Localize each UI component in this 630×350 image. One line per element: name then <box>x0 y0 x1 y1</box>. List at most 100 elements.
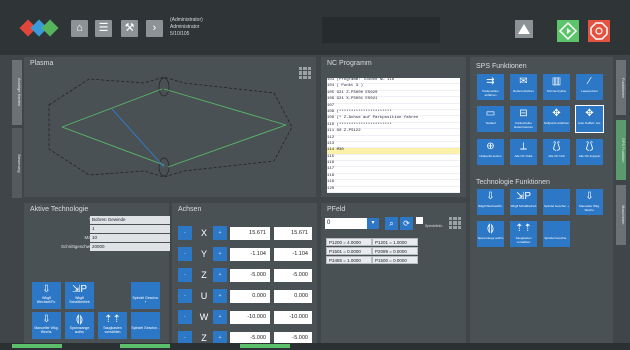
axis-minus-button[interactable]: - <box>178 226 192 240</box>
alle-nc-koppeln-button[interactable]: ⟅⟆ Alle NC koppeln <box>576 139 603 165</box>
axis-minus-button[interactable]: - <box>178 268 192 282</box>
manual-tool-change-button[interactable]: ⇩ Manueller Wkg. Wechs. <box>32 312 61 339</box>
parkscheibe-button[interactable]: ⊟ Parkscheibe ändern/setzen <box>510 106 537 132</box>
axis-value: -1.104 <box>230 248 270 261</box>
axis-row-x: - X + 15.671 15.671 <box>178 224 313 242</box>
axes-title: Achsen <box>178 206 202 213</box>
grid-icon[interactable] <box>449 217 461 229</box>
tool-change-icon: ⇩ <box>42 284 51 295</box>
laserpointer-button[interactable]: ∕ Laserpointer <box>576 74 603 100</box>
technology-title: Aktive Technologie <box>30 206 89 213</box>
spindelinfo-checkbox[interactable] <box>416 217 423 224</box>
chevron-right-icon[interactable]: › <box>146 20 163 37</box>
tool-switch-icon: ⇲P <box>515 191 532 202</box>
nullpunkt-anfahren-icon: ✥ <box>552 108 561 119</box>
axis-plus-button[interactable]: + <box>213 310 227 324</box>
parkposition-button[interactable]: ⇉ Parkposition anfahren <box>477 74 504 100</box>
pfeld-cell[interactable]: P1501 = 0.0000 <box>326 247 372 255</box>
axis-plus-button[interactable]: + <box>213 289 227 303</box>
home-icon[interactable]: ⌂ <box>71 20 88 37</box>
axis-value: 0.000 <box>230 290 270 303</box>
pfeld-cell[interactable]: P3485 = 1.0000 <box>326 256 372 264</box>
warning-icon[interactable] <box>515 20 533 38</box>
collet-button[interactable]: ⟬⟭ Spannzange auf/zu <box>65 312 94 339</box>
suction-box-button[interactable]: ⇡⇡ Saugkasten vorwählen <box>98 312 127 339</box>
side-tab-maschinen[interactable]: Maschinen <box>616 185 626 245</box>
alle-nc-nulls-icon: ⟂ <box>520 141 527 152</box>
pfeld-cell[interactable]: P2089 = 0.0000 <box>372 247 418 255</box>
wrench-icon[interactable]: ⚒ <box>121 20 138 37</box>
nullpunkt-anfahren-button[interactable]: ✥ Nullpunkt anfahren <box>543 106 570 132</box>
manual-tool-icon: ⇩ <box>42 314 51 325</box>
axis-minus-button[interactable]: - <box>178 247 192 261</box>
tf-tool-change-button[interactable]: ⇩ Wkgfl Wechsel/Fn. <box>477 189 504 215</box>
axis-value: 15.671 <box>230 227 270 240</box>
laserpointer-icon: ∕ <box>588 76 591 87</box>
axis-plus-button[interactable]: + <box>213 268 227 282</box>
alle-nc-nulls-button[interactable]: ⟂ Alle NC Nulls <box>510 139 537 165</box>
axis-plus-button[interactable]: + <box>213 226 227 240</box>
axis-value-2: -10.000 <box>274 311 312 324</box>
schmierzyklus-button[interactable]: ▥ Schmierzyklus <box>543 74 570 100</box>
user-role: (Administrator) <box>170 17 203 23</box>
spindle-speed-down-button[interactable]: Spindel Geschw. - <box>131 312 160 339</box>
axis-minus-button[interactable]: - <box>178 289 192 303</box>
spindle-speed-up-button[interactable]: Spindel Geschw. + <box>131 282 160 309</box>
tech-row-technologie: Technologie: Bohren Gewinde <box>32 216 172 224</box>
start-button[interactable] <box>557 20 579 42</box>
pfeld-cell[interactable]: P1200 = 4.0000 <box>326 238 372 246</box>
button-label: Wkgfl Wechsel/Fn. <box>478 204 503 208</box>
nc-line[interactable]: 120 <box>327 187 460 193</box>
status-indicator <box>120 344 170 348</box>
search-icon[interactable]: ⌕ <box>385 217 398 230</box>
button-label: Wkgfl Schaltbetrieb <box>510 204 537 208</box>
nc-program-editor[interactable]: 103 (Programm: TD4000 NC 116 104 ( Punkt… <box>327 78 460 193</box>
axis-plus-button[interactable]: + <box>213 247 227 261</box>
top-bar: ⌂ ☰ ⚒ › (Administrator) Administrator 5/… <box>0 0 630 55</box>
nullpunkt-setzen-button[interactable]: ⊕ Nullpunkt setzen <box>477 139 504 165</box>
tool-change-button[interactable]: ⇩ Wkgfl Wechsel/Fn. <box>32 282 61 309</box>
button-label: Parkposition anfahren <box>482 89 499 97</box>
side-tab-funktionen[interactable]: Funktionen <box>616 60 626 115</box>
button-label: Spindel Geschw. - <box>544 236 569 240</box>
tech-value: 10 <box>90 234 170 242</box>
referenzfahren-button[interactable]: ✉ Referenzfahren <box>510 74 537 100</box>
testlauf-button[interactable]: ▭ Testlauf <box>477 106 504 132</box>
pfeld-cell[interactable]: P1201 = 1.0000 <box>372 238 418 246</box>
alle-nc-null-button[interactable]: ⟅⟆ Alle NC Null <box>543 139 570 165</box>
button-label: Schmierzyklus <box>546 89 567 93</box>
tf-manual-tool-change-button[interactable]: ⇩ Manueller Wkg. Wechs. <box>576 189 603 215</box>
tech-value: 20000 <box>90 243 170 251</box>
list-icon[interactable]: ☰ <box>95 20 112 37</box>
tool-switch-button[interactable]: ⇲P Wkgfl Schaltbetrieb <box>65 282 94 309</box>
axis-row-z: - Z + -5.000 -5.000 <box>178 266 313 284</box>
parkscheibe-icon: ⊟ <box>519 108 528 119</box>
tf-spindle-speed-down-button[interactable]: Spindel Geschw. - <box>543 221 570 247</box>
tech-functions-title: Technologie Funktionen <box>476 179 550 186</box>
side-tab-sps[interactable]: SPS Funktion <box>616 120 626 180</box>
tf-collet-button[interactable]: ⟬⟭ Spannzange auf/zu <box>477 221 504 247</box>
button-label: Referenzfahren <box>513 89 534 93</box>
button-label: Nullpunkt anfahren <box>543 121 570 125</box>
axis-row-z2: - Z + -5.000 -5.000 <box>178 329 313 343</box>
axis-name: W <box>199 312 209 322</box>
button-label: Parkscheibe ändern/setzen <box>513 121 533 129</box>
referenzfahren-icon: ✉ <box>519 76 528 87</box>
axis-minus-button[interactable]: - <box>178 331 192 343</box>
tf-suction-box-button[interactable]: ⇡⇡ Saugkasten vorwählen <box>510 221 537 247</box>
side-tab-anzeige[interactable]: Anzeige Kanten <box>12 60 22 125</box>
chevron-down-icon[interactable]: ▾ <box>367 218 379 229</box>
auto-nullfehler-button[interactable]: ✥ Auto Nullfeh. Am. <box>575 105 604 133</box>
pfeld-input[interactable]: 0 <box>325 218 367 229</box>
tf-tool-switch-button[interactable]: ⇲P Wkgfl Schaltbetrieb <box>510 189 537 215</box>
axis-plus-button[interactable]: + <box>213 331 227 343</box>
stop-button[interactable] <box>588 20 610 42</box>
user-name: Administrator <box>170 24 200 30</box>
tf-spindle-speed-up-button[interactable]: Spindel Geschw. + <box>543 189 570 215</box>
axis-minus-button[interactable]: - <box>178 310 192 324</box>
alle-nc-null-icon: ⟅⟆ <box>552 141 561 152</box>
side-tab-steuerung[interactable]: Steuerung <box>12 128 22 198</box>
tool-switch-icon: ⇲P <box>71 284 88 295</box>
refresh-icon[interactable]: ⟳ <box>400 217 413 230</box>
pfeld-cell[interactable]: P1500 = 0.0000 <box>372 256 418 264</box>
